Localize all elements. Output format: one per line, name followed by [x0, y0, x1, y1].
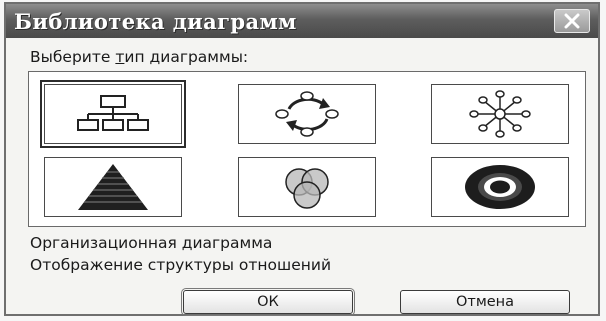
diagram-type-prompt: Выберите тип диаграммы:	[30, 48, 248, 66]
diagram-type-pyramid[interactable]	[44, 157, 182, 217]
dialog-title: Библиотека диаграмм	[14, 9, 297, 34]
target-diagram-icon	[465, 165, 535, 209]
cancel-button[interactable]: Отмена	[400, 290, 570, 314]
diagram-type-target[interactable]	[431, 157, 569, 217]
radial-diagram-icon	[469, 90, 531, 138]
close-x-icon	[564, 13, 580, 29]
pyramid-diagram-icon	[78, 164, 148, 210]
title-bar[interactable]: Библиотека диаграмм	[6, 4, 598, 38]
prompt-text-before: Выберите	[30, 48, 116, 66]
diagram-type-radial[interactable]	[431, 84, 569, 144]
cycle-diagram-icon	[275, 91, 339, 137]
diagram-type-cycle[interactable]	[238, 84, 376, 144]
prompt-text-after: ип диаграммы:	[124, 48, 249, 66]
diagram-type-gallery	[28, 71, 586, 227]
selected-diagram-description: Отображение структуры отношений	[30, 256, 332, 274]
ok-button[interactable]: ОК	[181, 288, 355, 316]
diagram-type-venn[interactable]	[238, 157, 376, 217]
close-button[interactable]	[554, 9, 590, 33]
diagram-type-org-chart[interactable]	[40, 80, 186, 148]
org-chart-icon	[77, 95, 149, 131]
selected-diagram-name: Организационная диаграмма	[30, 234, 273, 252]
diagram-gallery-dialog: Библиотека диаграмм Выберите тип диаграм…	[4, 2, 600, 316]
venn-diagram-icon	[285, 168, 329, 209]
